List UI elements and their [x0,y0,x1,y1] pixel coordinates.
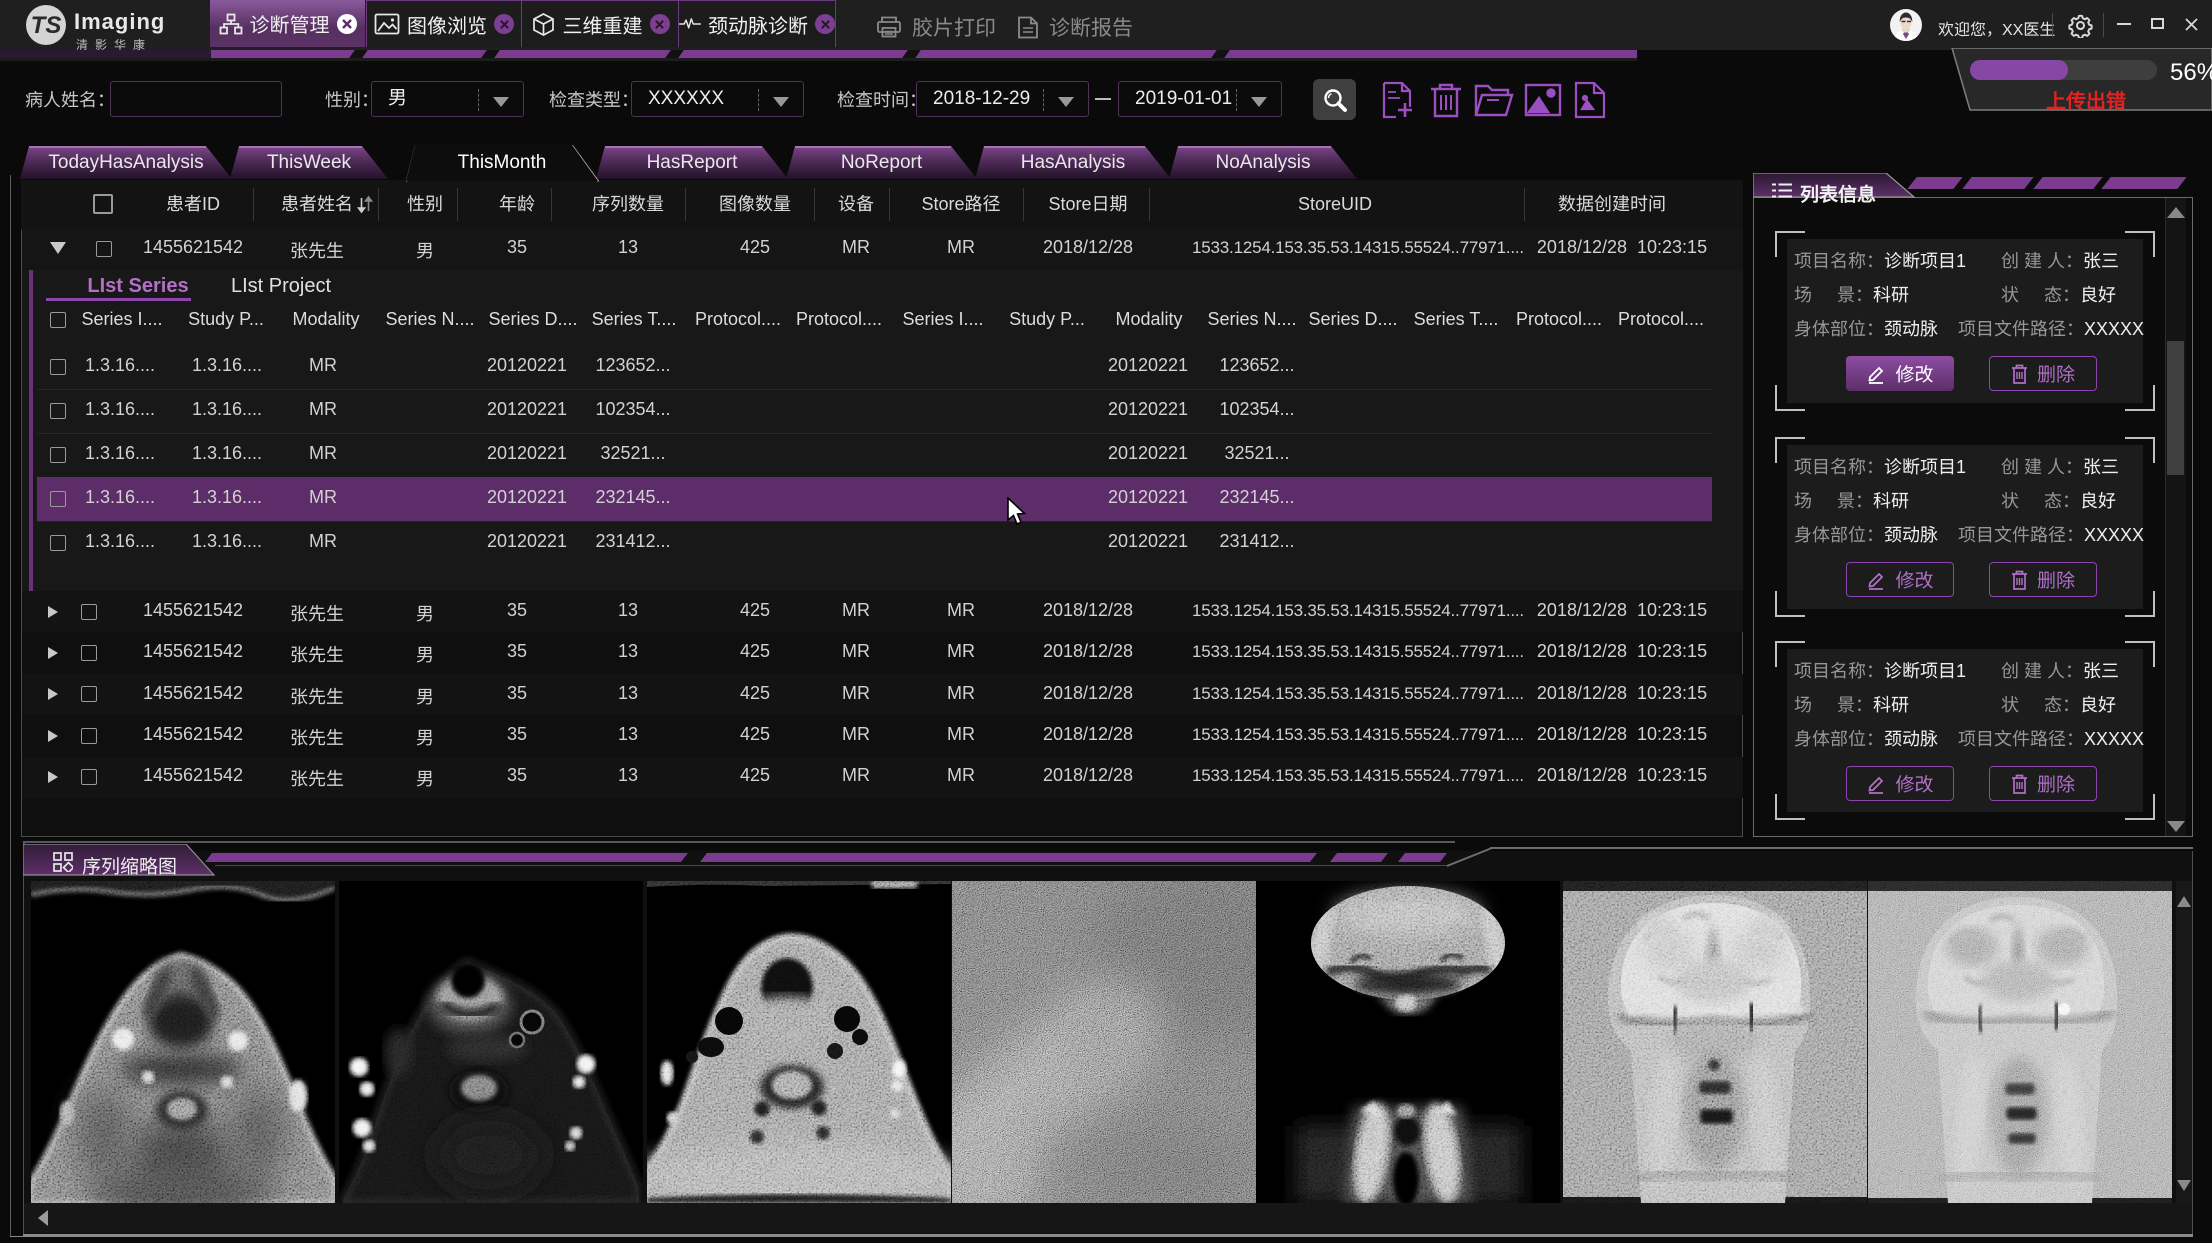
svg-text:TS: TS [31,12,62,39]
